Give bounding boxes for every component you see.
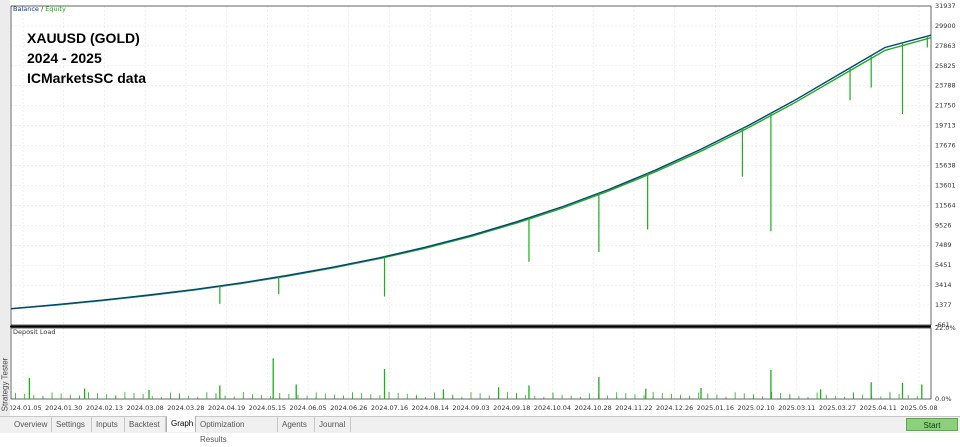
tab-journal[interactable]: Journal [315, 417, 351, 432]
y-tick-label: 21750 [935, 102, 956, 110]
x-tick-label: 2024.04.19 [208, 404, 245, 412]
x-tick-label: 2024.09.03 [452, 404, 489, 412]
legend-equity: Equity [45, 5, 66, 13]
x-tick-label: 2024.02.13 [86, 404, 123, 412]
x-tick-label: 2025.01.16 [697, 404, 734, 412]
y-tick-label: 23788 [935, 82, 956, 90]
load-tick-label: 22.0% [935, 324, 956, 332]
x-tick-label: 2024.01.05 [10, 404, 42, 412]
x-tick-label: 2024.10.28 [575, 404, 612, 412]
x-tick-label: 2024.09.18 [493, 404, 530, 412]
y-tick-label: 17676 [935, 142, 956, 150]
tester-graph[interactable]: Balance / Equity XAUUSD (GOLD) 2024 - 20… [10, 0, 960, 416]
x-tick-label: 2024.06.26 [330, 404, 367, 412]
chart-legend: Balance / Equity [13, 5, 66, 13]
deposit-load-label: Deposit Load [13, 328, 56, 336]
x-tick-label: 2025.04.11 [860, 404, 897, 412]
title-line-period: 2024 - 2025 [27, 50, 102, 66]
tab-settings[interactable]: Settings [52, 417, 92, 432]
x-tick-label: 2024.03.08 [127, 404, 164, 412]
y-tick-label: 3414 [935, 281, 952, 289]
x-tick-label: 2024.03.28 [167, 404, 204, 412]
tab-backtest[interactable]: Backtest [125, 417, 166, 432]
load-tick-label: 0.0% [935, 395, 952, 403]
tab-inputs[interactable]: Inputs [92, 417, 125, 432]
y-tick-label: 13601 [935, 181, 956, 189]
legend-balance: Balance [13, 5, 39, 13]
y-tick-label: 31937 [935, 2, 956, 10]
y-tick-label: 29900 [935, 22, 956, 30]
x-tick-label: 2025.03.27 [819, 404, 856, 412]
x-tick-label: 2024.01.30 [45, 404, 82, 412]
x-tick-label: 2024.11.22 [615, 404, 652, 412]
x-tick-label: 2025.02.10 [737, 404, 774, 412]
x-tick-label: 2025.03.11 [778, 404, 815, 412]
chart-background [10, 0, 960, 416]
start-button[interactable]: Start [906, 418, 958, 431]
y-tick-label: 1377 [935, 301, 952, 309]
x-tick-label: 2024.12.26 [656, 404, 693, 412]
tester-tab-bar: Overview Settings Inputs Backtest Graph … [0, 416, 960, 444]
tab-optimization-results[interactable]: Optimization Results [196, 417, 278, 444]
tab-graph[interactable]: Graph [166, 416, 196, 432]
y-tick-label: 15638 [935, 162, 956, 170]
title-line-symbol: XAUUSD (GOLD) [27, 30, 140, 46]
x-tick-label: 2024.06.05 [289, 404, 326, 412]
x-axis-ticks: 2024.01.052024.01.30 2024.02.13 2024.03.08… [10, 404, 938, 412]
y-tick-label: 27863 [935, 42, 956, 50]
tab-agents[interactable]: Agents [278, 417, 315, 432]
y-tick-label: 7489 [935, 241, 952, 249]
y-tick-label: 9526 [935, 221, 952, 229]
y-tick-label: 25825 [935, 62, 956, 70]
x-tick-label: 2024.10.04 [534, 404, 571, 412]
x-tick-label: 2025.05.08 [900, 404, 937, 412]
tab-overview[interactable]: Overview [10, 417, 52, 432]
y-tick-label: 11564 [935, 201, 956, 209]
x-tick-label: 2024.07.16 [371, 404, 408, 412]
x-tick-label: 2024.05.15 [249, 404, 286, 412]
title-line-source: ICMarketsSC data [27, 70, 146, 86]
y-tick-label: 19713 [935, 122, 956, 130]
y-tick-label: 5451 [935, 261, 952, 269]
x-tick-label: 2024.08.14 [412, 404, 449, 412]
